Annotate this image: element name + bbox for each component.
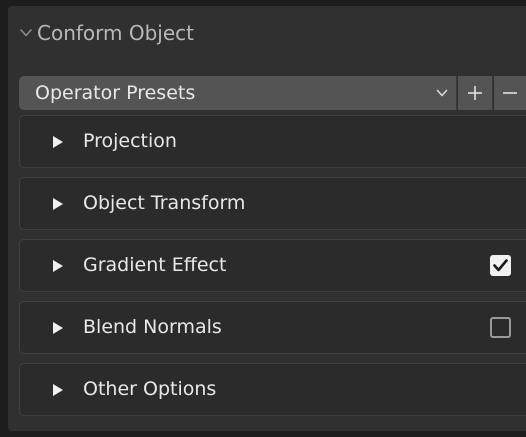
- subpanel-label: Gradient Effect: [83, 254, 227, 276]
- subpanel-object-transform[interactable]: Object Transform: [19, 177, 526, 230]
- panel-title: Conform Object: [37, 21, 195, 45]
- subpanel-label: Object Transform: [83, 192, 246, 214]
- checkmark-icon: [493, 259, 508, 272]
- chevron-down-icon: [436, 89, 448, 97]
- subpanel-blend-normals[interactable]: Blend Normals: [19, 301, 526, 354]
- triangle-right-icon: [53, 384, 63, 396]
- gradient-effect-checkbox[interactable]: [490, 255, 511, 276]
- triangle-right-icon: [53, 322, 63, 334]
- subpanel-projection[interactable]: Projection: [19, 115, 526, 168]
- remove-preset-button[interactable]: [494, 76, 526, 110]
- subpanel-gradient-effect[interactable]: Gradient Effect: [19, 239, 526, 292]
- editor-region: Conform Object Operator Presets Projecti…: [0, 0, 526, 437]
- operator-presets-label: Operator Presets: [35, 82, 196, 104]
- add-preset-button[interactable]: [458, 76, 493, 110]
- subpanel-label: Blend Normals: [83, 316, 222, 338]
- minus-icon: [503, 92, 517, 94]
- operator-presets-dropdown[interactable]: Operator Presets: [19, 76, 457, 110]
- subpanel-other-options[interactable]: Other Options: [19, 363, 526, 416]
- triangle-right-icon: [53, 136, 63, 148]
- conform-object-panel: Conform Object Operator Presets Projecti…: [8, 6, 526, 431]
- plus-icon: [468, 86, 482, 100]
- triangle-right-icon: [53, 198, 63, 210]
- operator-presets-row: Operator Presets: [19, 76, 526, 110]
- panel-header[interactable]: Conform Object: [8, 6, 526, 62]
- subpanel-label: Other Options: [83, 378, 217, 400]
- blend-normals-checkbox[interactable]: [490, 317, 511, 338]
- subpanel-label: Projection: [83, 130, 177, 152]
- triangle-right-icon: [53, 260, 63, 272]
- chevron-down-icon: [20, 29, 32, 37]
